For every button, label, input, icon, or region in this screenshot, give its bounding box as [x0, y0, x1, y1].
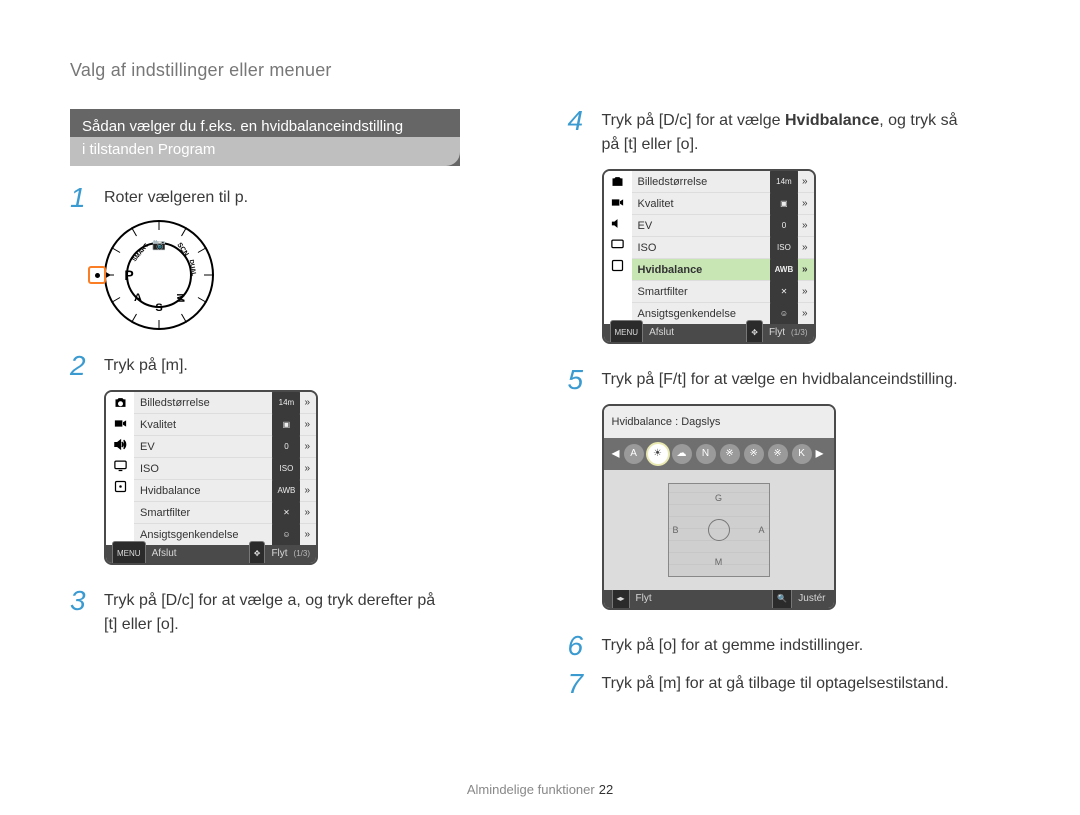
menu-items: Billedstørrelse14m»Kvalitet▣»EV0»ISOISO»…	[134, 392, 316, 545]
wb-left-arrow-icon: ◂	[612, 442, 620, 466]
instruction-subtitle: Sådan vælger du f.eks. en hvidbalanceind…	[70, 109, 460, 166]
right-column: 4 Tryk på [D/c] for at vælge Hvidbalance…	[568, 109, 1011, 696]
wb-option: ※	[768, 444, 788, 464]
footer-action-move: Flyt	[769, 321, 785, 344]
wb-axis-b: B	[673, 518, 679, 542]
subtitle-line-1: Sådan vælger du f.eks. en hvidbalanceind…	[70, 114, 460, 137]
wb-option: A	[624, 444, 644, 464]
menu-row-label: EV	[140, 435, 155, 459]
left-column: Sådan vælger du f.eks. en hvidbalanceind…	[70, 109, 513, 696]
subtitle-line-2: i tilstanden Program	[70, 137, 460, 166]
wb-option: N	[696, 444, 716, 464]
step-text: Tryk på [o] for at gemme indstillinger.	[602, 634, 1011, 658]
menu-row-label: Billedstørrelse	[140, 391, 210, 415]
footer-page: (1/3)	[294, 542, 310, 565]
step-number: 6	[568, 634, 592, 658]
step-text: Tryk på [D/c] for at vælge a, og tryk de…	[104, 589, 513, 637]
sound-tab-icon	[106, 434, 134, 455]
dial-label-s: S	[155, 296, 162, 320]
step-text: Tryk på [m] for at gå tilbage til optage…	[602, 672, 1011, 696]
footer-action-move: Flyt	[271, 542, 287, 565]
display-tab-icon	[604, 234, 632, 255]
page-section-title: Valg af indstillinger eller menuer	[70, 60, 1010, 81]
step-text: Tryk på [F/t] for at vælge en hvidbalanc…	[602, 368, 1011, 610]
menu-row-label: Hvidbalance	[140, 479, 201, 503]
wb-header: Hvidbalance : Dagslys	[604, 406, 834, 438]
white-balance-panel: Hvidbalance : Dagslys ◂ A☀☁N※※※K▸ G M B	[602, 404, 836, 610]
wb-right-arrow-icon: ▸	[816, 442, 824, 466]
sound-tab-icon	[604, 213, 632, 234]
dial-pointer	[88, 266, 106, 284]
wb-adjust-grid: G M B A	[668, 483, 770, 577]
step-number: 5	[568, 368, 592, 392]
menu-row-label: EV	[638, 214, 653, 238]
page-footer: Almindelige funktioner22	[0, 782, 1080, 797]
nav-button-icon: ✥	[746, 320, 763, 344]
step-text: Tryk på [m]. B	[104, 354, 513, 565]
wb-axis-g: G	[715, 486, 722, 510]
wb-option: ☁	[672, 444, 692, 464]
wb-option: K	[792, 444, 812, 464]
mode-dial: 📷 SCN DUAL SMART P A S M	[104, 220, 214, 330]
step-text: Roter vælgeren til p.	[104, 186, 513, 330]
wb-option: ※	[720, 444, 740, 464]
step-number: 2	[70, 354, 94, 378]
camera-tab-icon	[604, 171, 632, 192]
menu-items-b: Billedstørrelse14m»Kvalitet▣»EV0»ISOISO»…	[632, 171, 814, 324]
settings-tab-icon	[604, 255, 632, 276]
wb-option: ☀	[648, 444, 668, 464]
video-tab-icon	[604, 192, 632, 213]
menu-row-label: Billedstørrelse	[638, 170, 708, 194]
footer-action-exit: Afslut	[152, 542, 177, 565]
footer-page: (1/3)	[791, 321, 807, 344]
camera-menu: Billedstørrelse14m»Kvalitet▣»EV0»ISOISO»…	[104, 390, 318, 565]
camera-tab-icon	[106, 392, 134, 413]
wb-footer-move: Flyt	[636, 587, 652, 610]
nav-button-icon: ✥	[249, 541, 266, 565]
step-number: 7	[568, 672, 592, 696]
wb-footer-adjust: Justér	[798, 587, 825, 610]
wb-axis-a: A	[758, 518, 764, 542]
menu-row-label: Kvalitet	[140, 413, 176, 437]
dial-label-m: M	[168, 293, 192, 302]
step-text: Tryk på [D/c] for at vælge Hvidbalance, …	[602, 109, 1011, 344]
settings-tab-icon	[106, 476, 134, 497]
wb-options-strip: ◂ A☀☁N※※※K▸	[604, 438, 834, 470]
menu-row-label: Kvalitet	[638, 192, 674, 216]
menu-row-label: ISO	[638, 236, 657, 260]
menu-row-label: Smartfilter	[140, 501, 190, 525]
wb-option: ※	[744, 444, 764, 464]
step-number: 4	[568, 109, 592, 133]
camera-menu-highlighted: Billedstørrelse14m»Kvalitet▣»EV0»ISOISO»…	[602, 169, 816, 344]
wb-preview: G M B A	[604, 470, 834, 590]
menu-row-label: Hvidbalance	[638, 258, 703, 282]
wb-axis-m: M	[715, 550, 723, 574]
dial-label-p: P	[124, 263, 133, 287]
dial-label-a: A	[134, 286, 142, 310]
menu-row-label: ISO	[140, 457, 159, 481]
footer-action-exit: Afslut	[649, 321, 674, 344]
menu-button-icon: MENU	[610, 320, 644, 344]
step-number: 1	[70, 186, 94, 210]
menu-row-label: Smartfilter	[638, 280, 688, 304]
step-number: 3	[70, 589, 94, 613]
video-tab-icon	[106, 413, 134, 434]
display-tab-icon	[106, 455, 134, 476]
menu-button-icon: MENU	[112, 541, 146, 565]
